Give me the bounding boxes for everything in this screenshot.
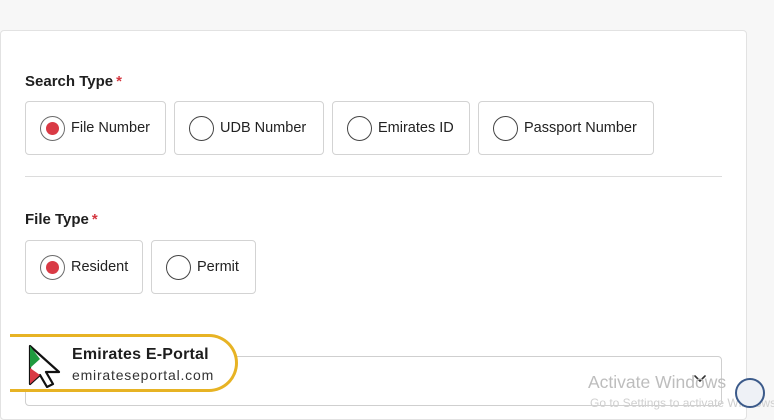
accessibility-button[interactable]: [735, 378, 765, 408]
radio-unselected-icon[interactable]: [189, 115, 214, 141]
required-asterisk: *: [116, 73, 122, 90]
radio-option-resident[interactable]: Resident: [25, 240, 143, 294]
radio-unselected-icon[interactable]: [166, 254, 191, 280]
emirates-eportal-logo: Emirates E-Portal emirateseportal.com: [10, 334, 238, 392]
radio-unselected-icon[interactable]: [493, 115, 518, 141]
file-type-label-text: File Type: [25, 211, 89, 228]
radio-unselected-icon[interactable]: [347, 115, 372, 141]
required-asterisk: *: [91, 211, 98, 228]
radio-label: File Number: [71, 120, 150, 136]
radio-label: Emirates ID: [378, 120, 454, 136]
radio-label: Passport Number: [524, 120, 637, 136]
radio-option-udb-number[interactable]: UDB Number: [174, 101, 324, 155]
radio-selected-icon[interactable]: [40, 115, 65, 141]
section-divider: [25, 176, 722, 177]
radio-label: UDB Number: [220, 120, 307, 136]
search-type-label: Search Type *: [25, 73, 122, 90]
radio-option-passport-number[interactable]: Passport Number: [478, 101, 654, 155]
logo-title: Emirates E-Portal: [72, 346, 209, 363]
logo-url: emirateseportal.com: [72, 367, 215, 383]
radio-option-emirates-id[interactable]: Emirates ID: [332, 101, 470, 155]
file-type-label: File Type *: [25, 211, 98, 228]
radio-selected-icon[interactable]: [40, 254, 65, 280]
radio-option-permit[interactable]: Permit: [151, 240, 256, 294]
radio-option-file-number[interactable]: File Number: [25, 101, 166, 155]
radio-label: Permit: [197, 259, 239, 275]
activate-windows-watermark: Activate Windows: [588, 372, 727, 392]
cursor-flag-logo-icon: [28, 344, 61, 388]
radio-label: Resident: [71, 259, 129, 275]
search-type-label-text: Search Type: [25, 73, 114, 90]
